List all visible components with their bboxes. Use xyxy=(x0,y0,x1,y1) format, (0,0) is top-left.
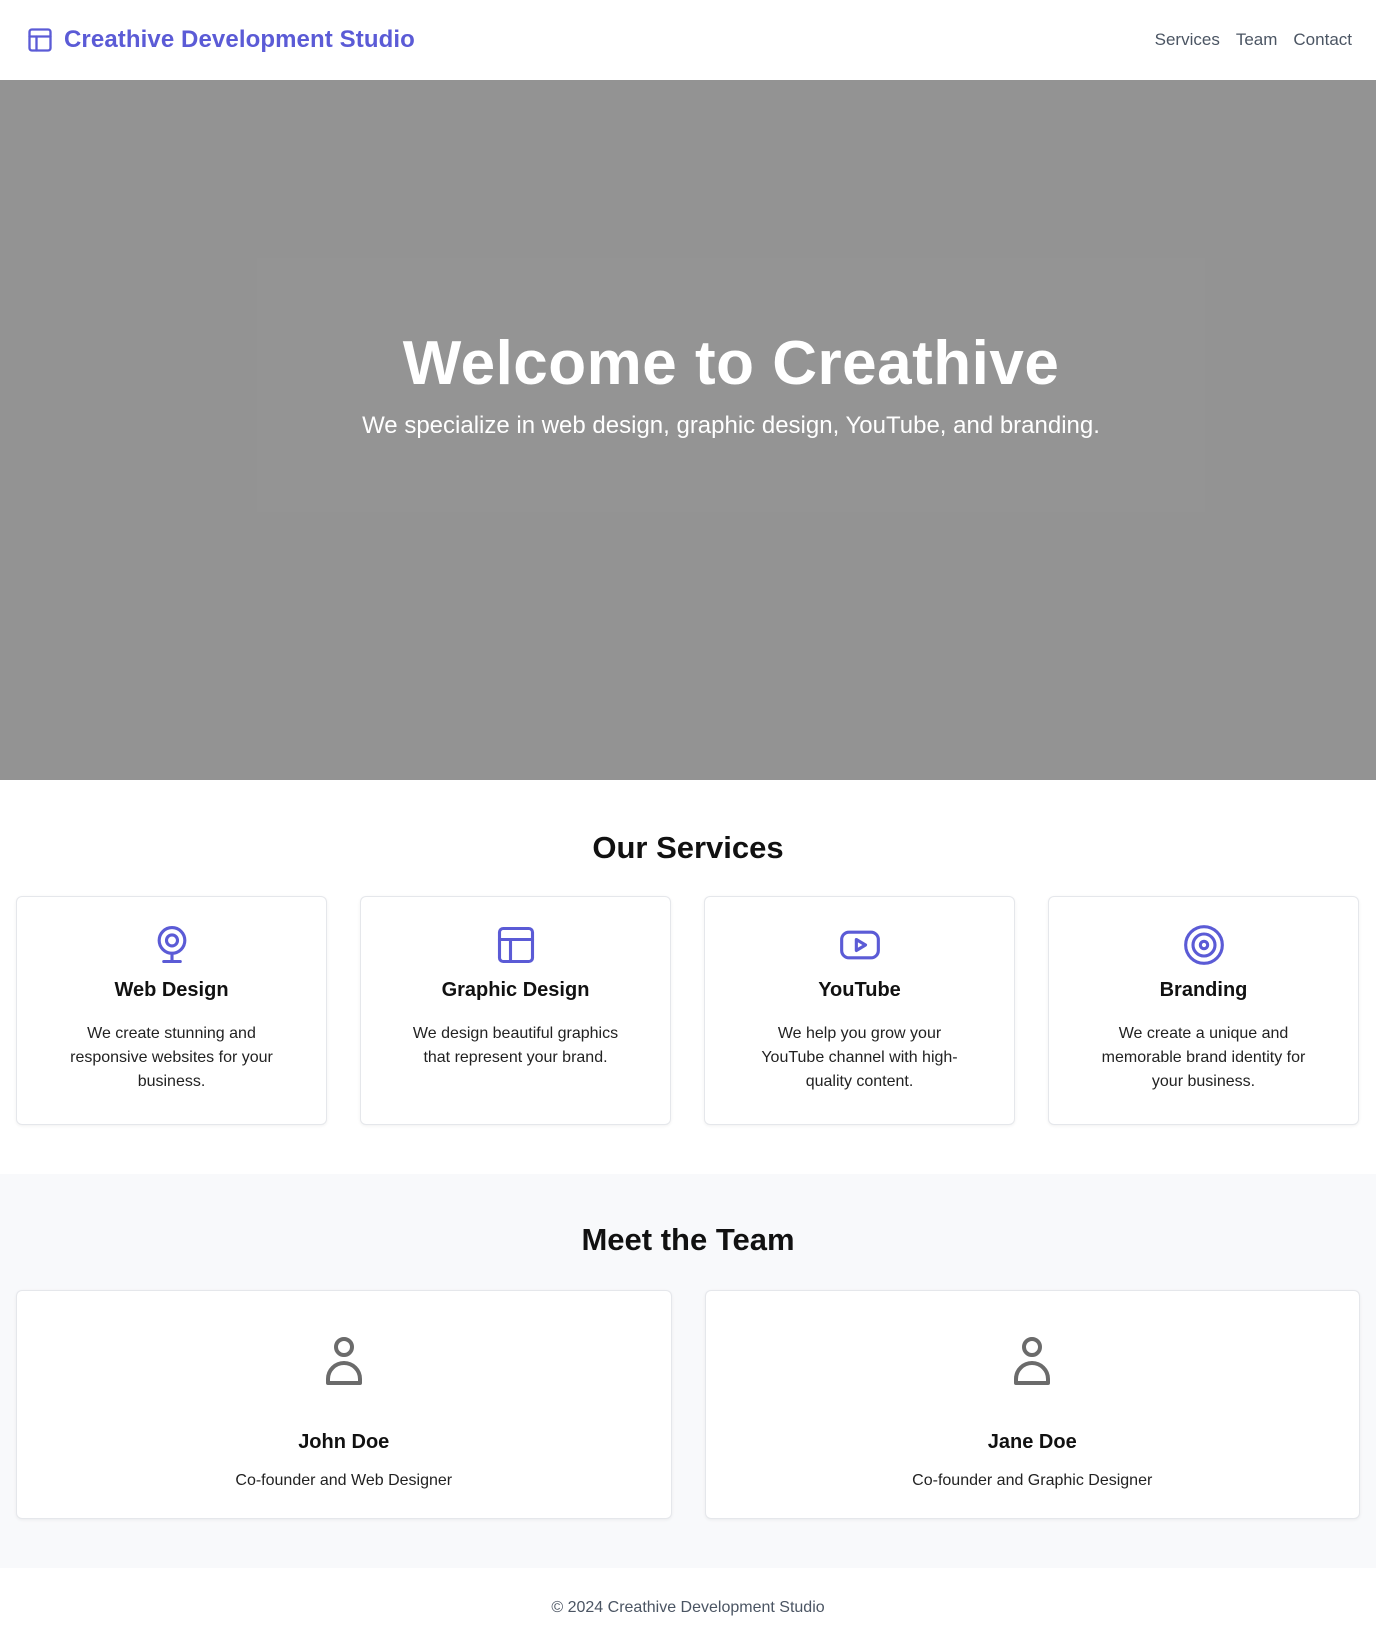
nav-link-contact[interactable]: Contact xyxy=(1293,30,1352,50)
service-title: Branding xyxy=(1159,979,1248,1001)
service-card-branding: Branding We create a unique and memorabl… xyxy=(1048,896,1359,1125)
service-title: Graphic Design xyxy=(441,979,590,1001)
user-icon xyxy=(320,1335,368,1389)
service-card-web-design: Web Design We create stunning and respon… xyxy=(16,896,327,1125)
site-footer: © 2024 Creathive Development Studio xyxy=(0,1568,1376,1648)
team-member-name: John Doe xyxy=(298,1431,390,1453)
services-title: Our Services xyxy=(592,830,784,865)
target-icon xyxy=(1182,923,1226,967)
team-member-name: Jane Doe xyxy=(987,1431,1077,1453)
team-title: Meet the Team xyxy=(581,1222,795,1257)
service-title: YouTube xyxy=(818,979,901,1001)
hero-title: Welcome to Creathive xyxy=(402,328,1060,398)
service-description: We design beautiful graphics that repres… xyxy=(412,1025,619,1066)
site-header: Creathive Development Studio Services Te… xyxy=(0,0,1376,80)
layout-icon xyxy=(494,923,538,967)
webcam-icon xyxy=(150,923,194,967)
team-cards: John Doe Co-founder and Web Designer Jan… xyxy=(0,1290,1376,1519)
services-section: Our Services Web Design We create stunni… xyxy=(0,780,1376,1174)
brand-link[interactable]: Creathive Development Studio xyxy=(26,26,415,54)
team-card-jane-doe: Jane Doe Co-founder and Graphic Designer xyxy=(704,1290,1360,1519)
brand-name: Creathive Development Studio xyxy=(64,26,415,53)
service-card-youtube: YouTube We help you grow your YouTube ch… xyxy=(704,896,1015,1125)
hero-section: Welcome to Creathive We specialize in we… xyxy=(0,80,1376,780)
service-description: We help you grow your YouTube channel wi… xyxy=(761,1025,958,1090)
youtube-icon xyxy=(838,923,882,967)
team-section: Meet the Team John Doe Co-founder and We… xyxy=(0,1174,1376,1568)
services-cards: Web Design We create stunning and respon… xyxy=(0,896,1376,1125)
hero-content: Welcome to Creathive We specialize in we… xyxy=(257,258,1205,512)
hero-subtitle: We specialize in web design, graphic des… xyxy=(362,412,1100,440)
service-title: Web Design xyxy=(114,979,229,1001)
layout-icon xyxy=(26,26,54,54)
footer-copyright: © 2024 Creathive Development Studio xyxy=(551,1599,825,1616)
main-nav: Services Team Contact xyxy=(1155,30,1352,50)
service-description: We create stunning and responsive websit… xyxy=(70,1025,273,1090)
nav-link-team[interactable]: Team xyxy=(1236,30,1278,50)
user-icon xyxy=(1008,1335,1056,1389)
team-card-john-doe: John Doe Co-founder and Web Designer xyxy=(16,1290,672,1519)
service-description: We create a unique and memorable brand i… xyxy=(1101,1025,1306,1090)
nav-link-services[interactable]: Services xyxy=(1155,30,1220,50)
service-card-graphic-design: Graphic Design We design beautiful graph… xyxy=(360,896,671,1125)
team-member-role: Co-founder and Graphic Designer xyxy=(912,1472,1153,1489)
team-member-role: Co-founder and Web Designer xyxy=(235,1472,453,1489)
